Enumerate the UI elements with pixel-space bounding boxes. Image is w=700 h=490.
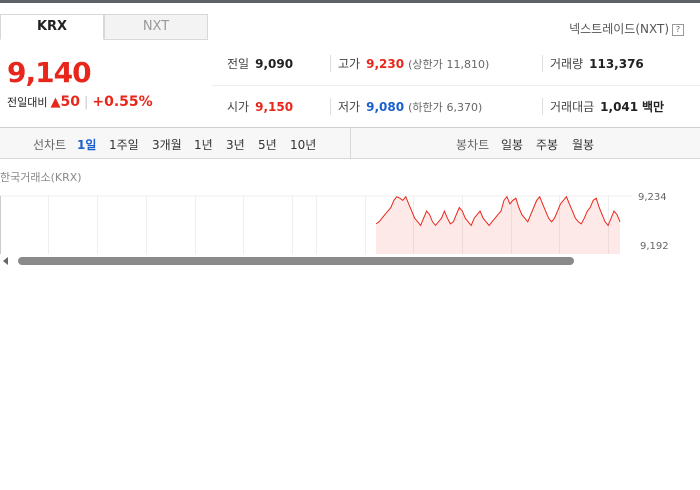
stats-row-2: 시가 9,150 저가 9,080 (하한가 6,370) 거래대금 1,041 백만 [212,85,700,128]
stat-value: 1,041 [600,100,639,114]
candle-weekly[interactable]: 주봉 [536,136,558,153]
upper-limit-value: 11,810) [446,58,490,71]
upper-limit-label: (상한가 [408,58,443,71]
stat-amount: 거래대금 1,041 백만 [542,98,664,115]
market-tabs: KRX NXT [0,14,210,42]
tab-nxt[interactable]: NXT [104,14,208,40]
period-separator [350,128,351,158]
period-5y[interactable]: 5년 [258,136,277,153]
price-chart: 9,234 9,192 [0,192,669,254]
change-separator: | [83,95,89,110]
stat-volume: 거래량 113,376 [542,55,644,72]
chart-title: 한국거래소(KRX) [0,171,82,184]
stat-label: 전일 [227,57,250,71]
line-chart-label: 선차트 [33,138,67,152]
candle-daily[interactable]: 일봉 [501,136,523,153]
scroll-left-arrow-icon[interactable] [3,257,8,265]
stat-label: 저가 [338,100,361,114]
scroll-thumb[interactable] [18,257,574,265]
up-triangle-icon: ▲ [50,95,61,110]
period-1d[interactable]: 1일 [77,136,96,153]
series-area [376,196,620,254]
change-row: 전일대비 ▲50 | +0.55% [7,94,153,110]
y-tick-label-1: 9,192 [640,241,669,252]
stat-high: 고가 9,230 (상한가 11,810) [330,55,489,72]
period-3y[interactable]: 3년 [226,136,245,153]
stat-prev-close: 전일 9,090 [227,55,293,72]
change-amount: 50 [60,94,80,110]
period-3m[interactable]: 3개월 [152,136,182,153]
stats-row-1: 전일 9,090 고가 9,230 (상한가 11,810) 거래량 113,376 [212,42,700,86]
stat-label: 시가 [227,100,250,114]
period-10y[interactable]: 10년 [290,136,316,153]
period-1w[interactable]: 1주일 [109,136,139,153]
price-area: 9,140 전일대비 ▲50 | +0.55% [0,42,212,128]
candle-monthly[interactable]: 월봉 [572,136,594,153]
current-price: 9,140 [7,56,92,89]
candle-chart-label: 봉차트 [456,138,490,152]
stat-unit: 백만 [641,100,665,114]
stat-value: 9,090 [255,57,294,71]
stat-label: 거래량 [550,57,584,71]
stats-table: 전일 9,090 고가 9,230 (상한가 11,810) 거래량 113,376 시… [212,42,700,128]
stat-label: 거래대금 [550,100,595,114]
tab-krx[interactable]: KRX [0,14,104,40]
period-bar: 선차트 1일 1주일 3개월 1년 3년 5년 10년 봉차트 일봉 주봉 월봉 [0,128,700,159]
stat-label: 고가 [338,57,361,71]
change-percent: +0.55% [92,94,153,110]
stat-value: 113,376 [589,57,644,71]
nxt-link[interactable]: 넥스트레이드(NXT)? [569,20,684,37]
stat-value: 9,080 [366,100,405,114]
lower-limit-label: (하한가 [408,101,443,114]
y-tick-label-0: 9,234 [638,192,667,203]
help-icon[interactable]: ? [672,24,684,36]
stat-value: 9,150 [255,100,294,114]
chart-series [375,195,621,254]
lower-limit-value: 6,370) [446,101,483,114]
change-label: 전일대비 [7,96,48,109]
stat-value: 9,230 [366,57,405,71]
stat-low: 저가 9,080 (하한가 6,370) [330,98,482,115]
top-border [0,0,700,3]
period-1y[interactable]: 1년 [194,136,213,153]
nxt-link-label: 넥스트레이드(NXT) [569,22,669,36]
stat-open: 시가 9,150 [227,98,293,115]
chart-scrollbar[interactable] [0,254,700,268]
